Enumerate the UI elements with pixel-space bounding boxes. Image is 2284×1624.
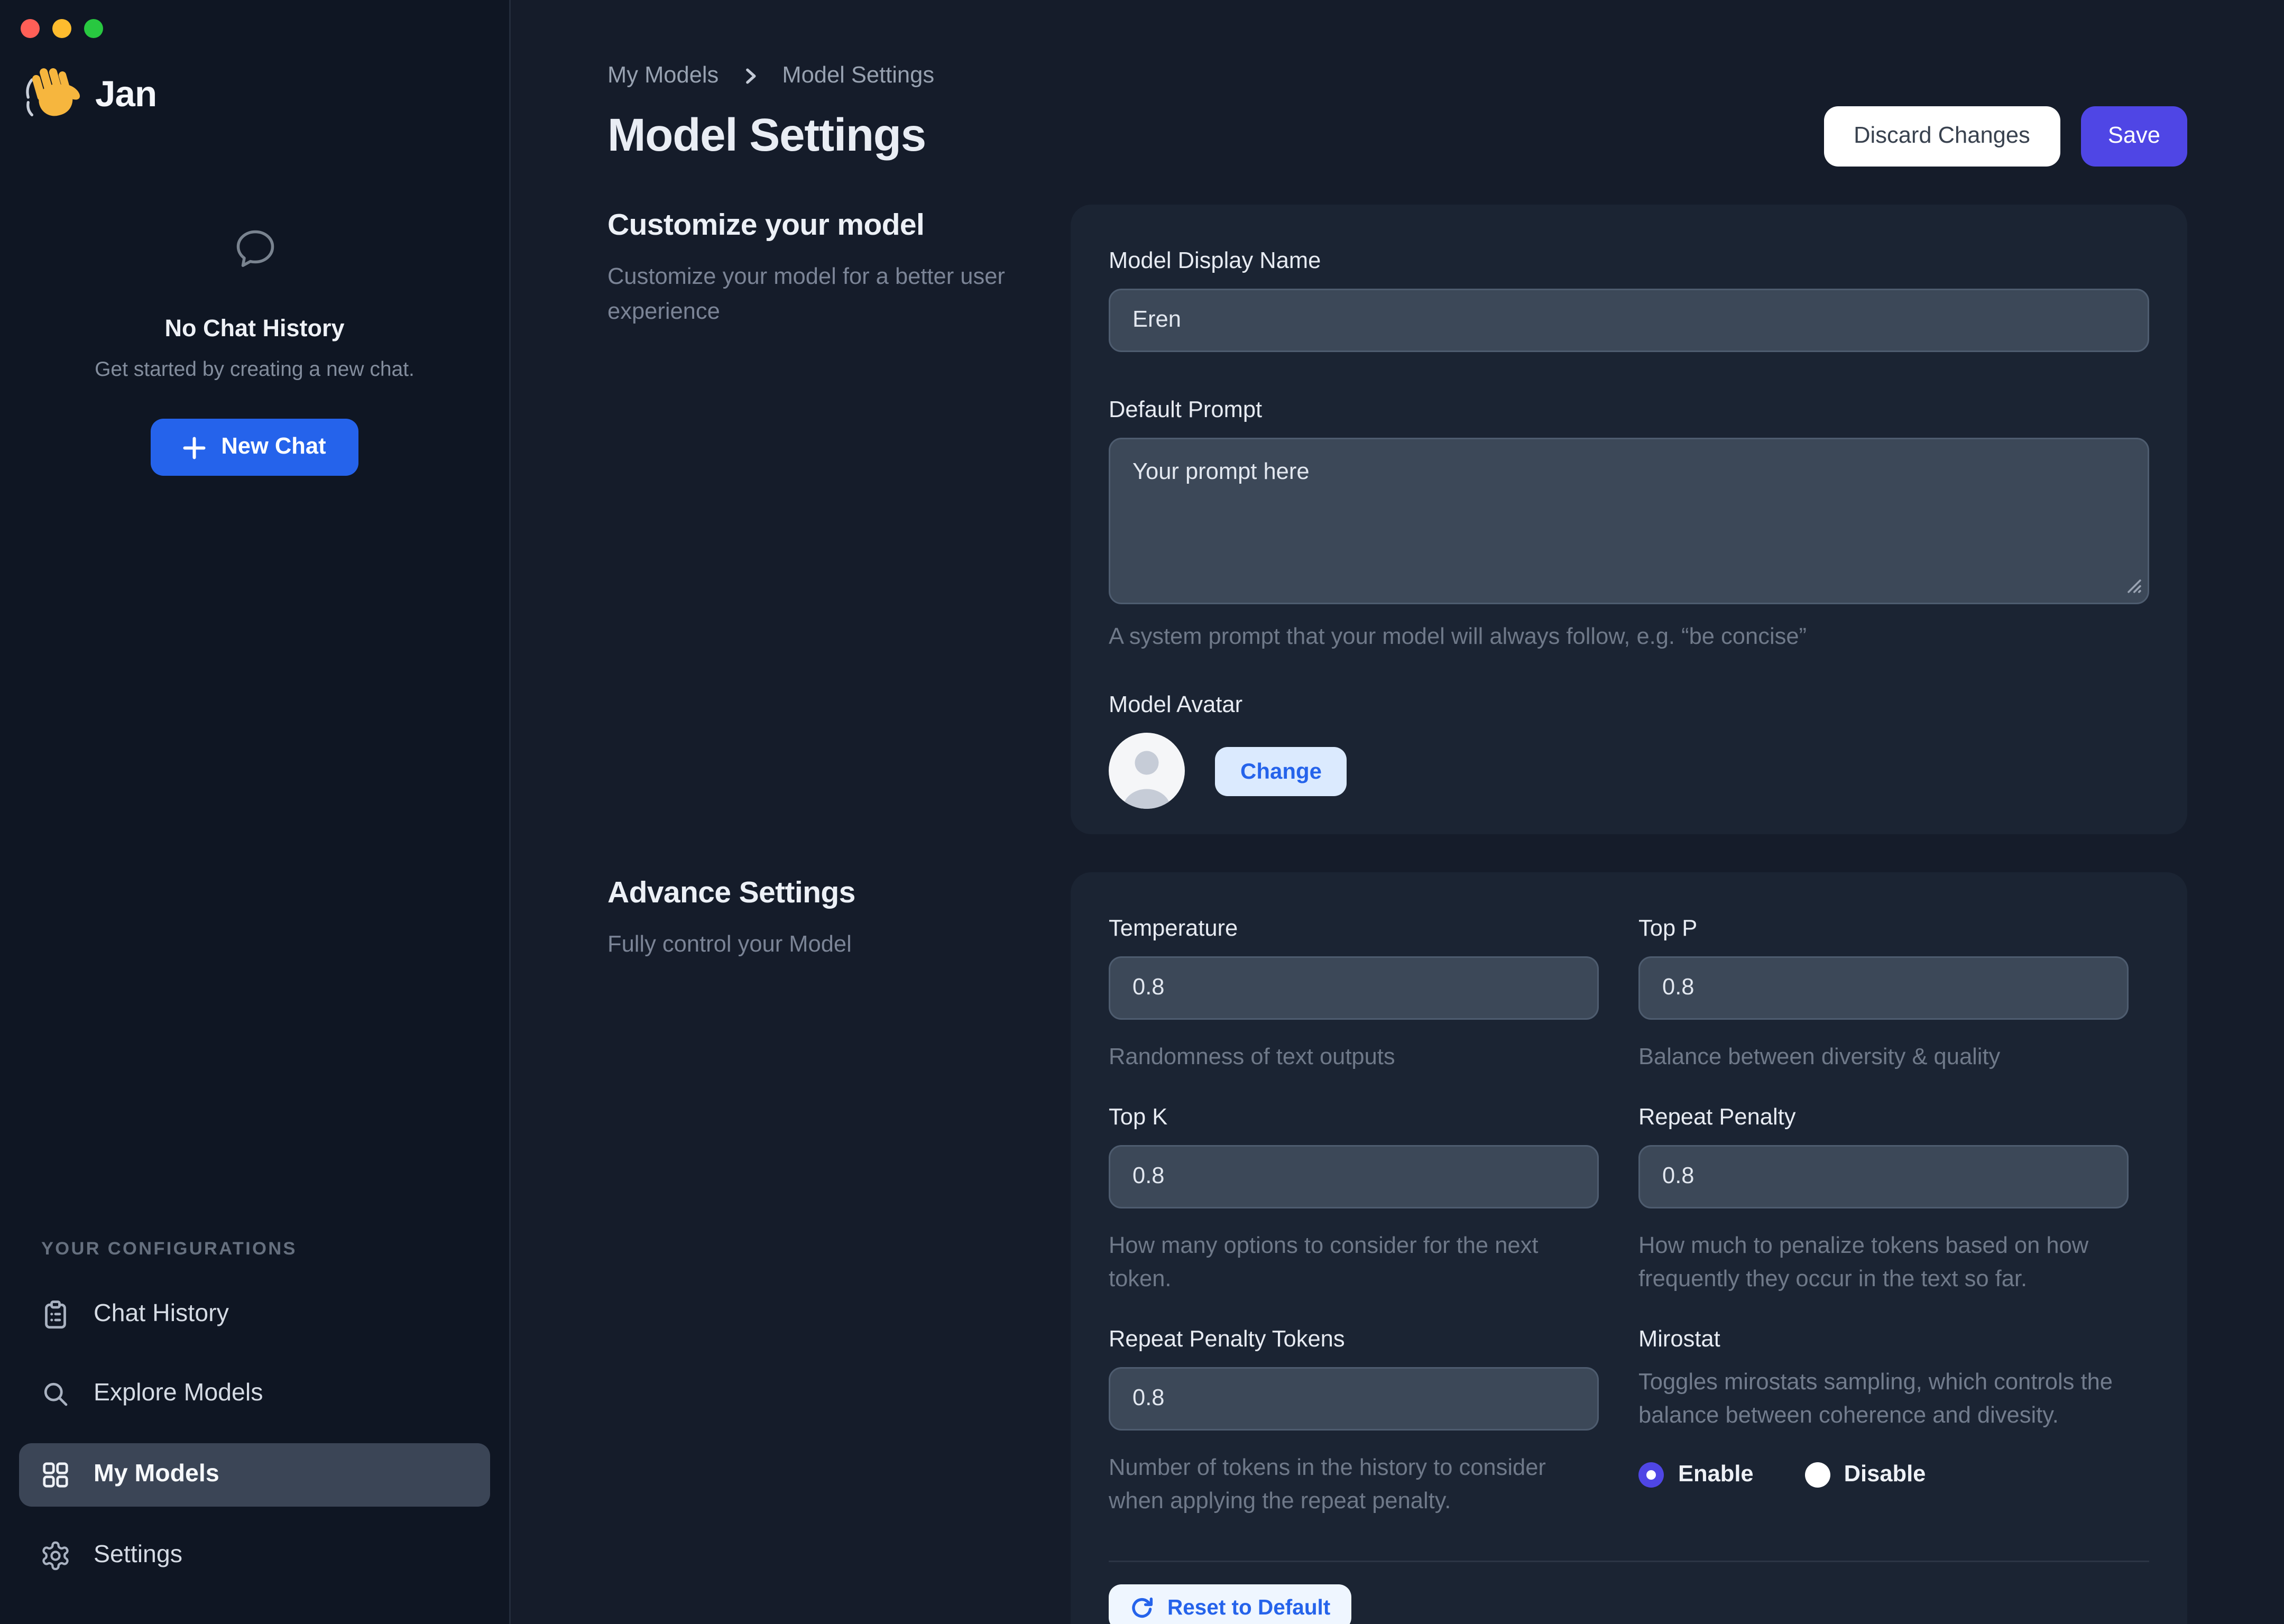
divider [1109,1561,2149,1562]
repeat-penalty-tokens-helper: Number of tokens in the history to consi… [1109,1453,1599,1519]
waving-hand-icon [21,63,81,124]
configurations-section-label: YOUR CONFIGURATIONS [41,1240,490,1259]
top-p-label: Top P [1638,917,2129,942]
mirostat-enable-label: Enable [1678,1462,1754,1488]
empty-state-title: No Chat History [0,316,509,343]
advance-heading: Advance Settings [607,877,1071,912]
refresh-icon [1129,1595,1155,1620]
repeat-penalty-tokens-label: Repeat Penalty Tokens [1109,1327,1599,1353]
sidebar-item-label: Explore Models [94,1380,263,1408]
repeat-penalty-label: Repeat Penalty [1638,1105,2129,1131]
app-window: Jan No Chat History Get started by creat… [0,0,2284,1624]
customize-card: Model Display Name Default Prompt Your p… [1071,205,2187,834]
mirostat-disable-label: Disable [1844,1462,1926,1488]
model-avatar-label: Model Avatar [1109,693,2149,718]
customize-heading: Customize your model [607,209,1071,244]
gear-icon [40,1540,71,1572]
mirostat-description: Toggles mirostats sampling, which contro… [1638,1367,2129,1434]
radio-button-icon[interactable] [1638,1462,1664,1488]
sidebar-item-my-models[interactable]: My Models [19,1443,490,1507]
person-silhouette-icon [1109,733,1185,809]
sidebar-item-chat-history[interactable]: Chat History [19,1285,490,1345]
model-avatar-image [1109,733,1185,809]
temperature-input[interactable] [1109,956,1599,1020]
save-button[interactable]: Save [2081,106,2187,167]
search-icon [40,1378,71,1410]
advance-card: Temperature Randomness of text outputs T… [1071,872,2187,1624]
app-name: Jan [95,72,156,115]
clipboard-icon [40,1299,71,1331]
empty-state-subtitle: Get started by creating a new chat. [0,357,509,381]
default-prompt-textarea[interactable]: Your prompt here [1109,438,2149,604]
mirostat-disable-radio[interactable]: Disable [1804,1462,1926,1488]
repeat-penalty-tokens-input[interactable] [1109,1367,1599,1431]
discard-changes-button[interactable]: Discard Changes [1823,106,2060,167]
top-k-label: Top K [1109,1105,1599,1131]
model-display-name-label: Model Display Name [1109,249,2149,274]
model-display-name-input[interactable] [1109,289,2149,352]
minimize-window-button[interactable] [52,19,71,38]
chevron-right-icon [739,65,761,87]
sidebar-nav: YOUR CONFIGURATIONS Chat History Expl [19,1240,490,1605]
temperature-label: Temperature [1109,917,1599,942]
sidebar-item-label: Settings [94,1542,182,1570]
sidebar-item-label: My Models [94,1461,219,1489]
sidebar: Jan No Chat History Get started by creat… [0,0,511,1624]
main-content: My Models Model Settings Model Settings … [511,0,2284,1624]
mirostat-label: Mirostat [1638,1327,2129,1353]
repeat-penalty-input[interactable] [1638,1145,2129,1208]
app-logo: Jan [21,63,156,124]
breadcrumb: My Models Model Settings [607,63,2187,89]
reset-to-default-button[interactable]: Reset to Default [1109,1584,1351,1624]
grid-icon [40,1459,71,1491]
default-prompt-helper: A system prompt that your model will alw… [1109,622,2149,655]
advance-subheading: Fully control your Model [607,928,1071,963]
close-window-button[interactable] [21,19,40,38]
new-chat-label: New Chat [221,435,326,460]
new-chat-button[interactable]: New Chat [151,419,357,476]
breadcrumb-model-settings: Model Settings [782,63,934,89]
customize-subheading: Customize your model for a better user e… [607,260,1071,330]
plus-icon [183,436,207,459]
window-controls [21,19,103,38]
temperature-helper: Randomness of text outputs [1109,1042,1599,1075]
breadcrumb-my-models[interactable]: My Models [607,63,719,89]
default-prompt-label: Default Prompt [1109,398,2149,423]
mirostat-enable-radio[interactable]: Enable [1638,1462,1754,1488]
radio-button-icon[interactable] [1804,1462,1830,1488]
repeat-penalty-helper: How much to penalize tokens based on how… [1638,1231,2129,1297]
top-p-helper: Balance between diversity & quality [1638,1042,2129,1075]
sidebar-item-explore-models[interactable]: Explore Models [19,1364,490,1424]
chat-bubble-icon [231,225,279,273]
advance-section: Advance Settings Fully control your Mode… [607,872,2187,1624]
sidebar-item-settings[interactable]: Settings [19,1526,490,1586]
chat-empty-state: No Chat History Get started by creating … [0,225,509,476]
top-p-input[interactable] [1638,956,2129,1020]
change-avatar-button[interactable]: Change [1215,746,1347,796]
top-k-helper: How many options to consider for the nex… [1109,1231,1599,1297]
customize-section: Customize your model Customize your mode… [607,205,2187,834]
sidebar-item-label: Chat History [94,1300,229,1329]
maximize-window-button[interactable] [84,19,103,38]
reset-to-default-label: Reset to Default [1167,1595,1330,1619]
page-title: Model Settings [607,110,926,163]
top-k-input[interactable] [1109,1145,1599,1208]
